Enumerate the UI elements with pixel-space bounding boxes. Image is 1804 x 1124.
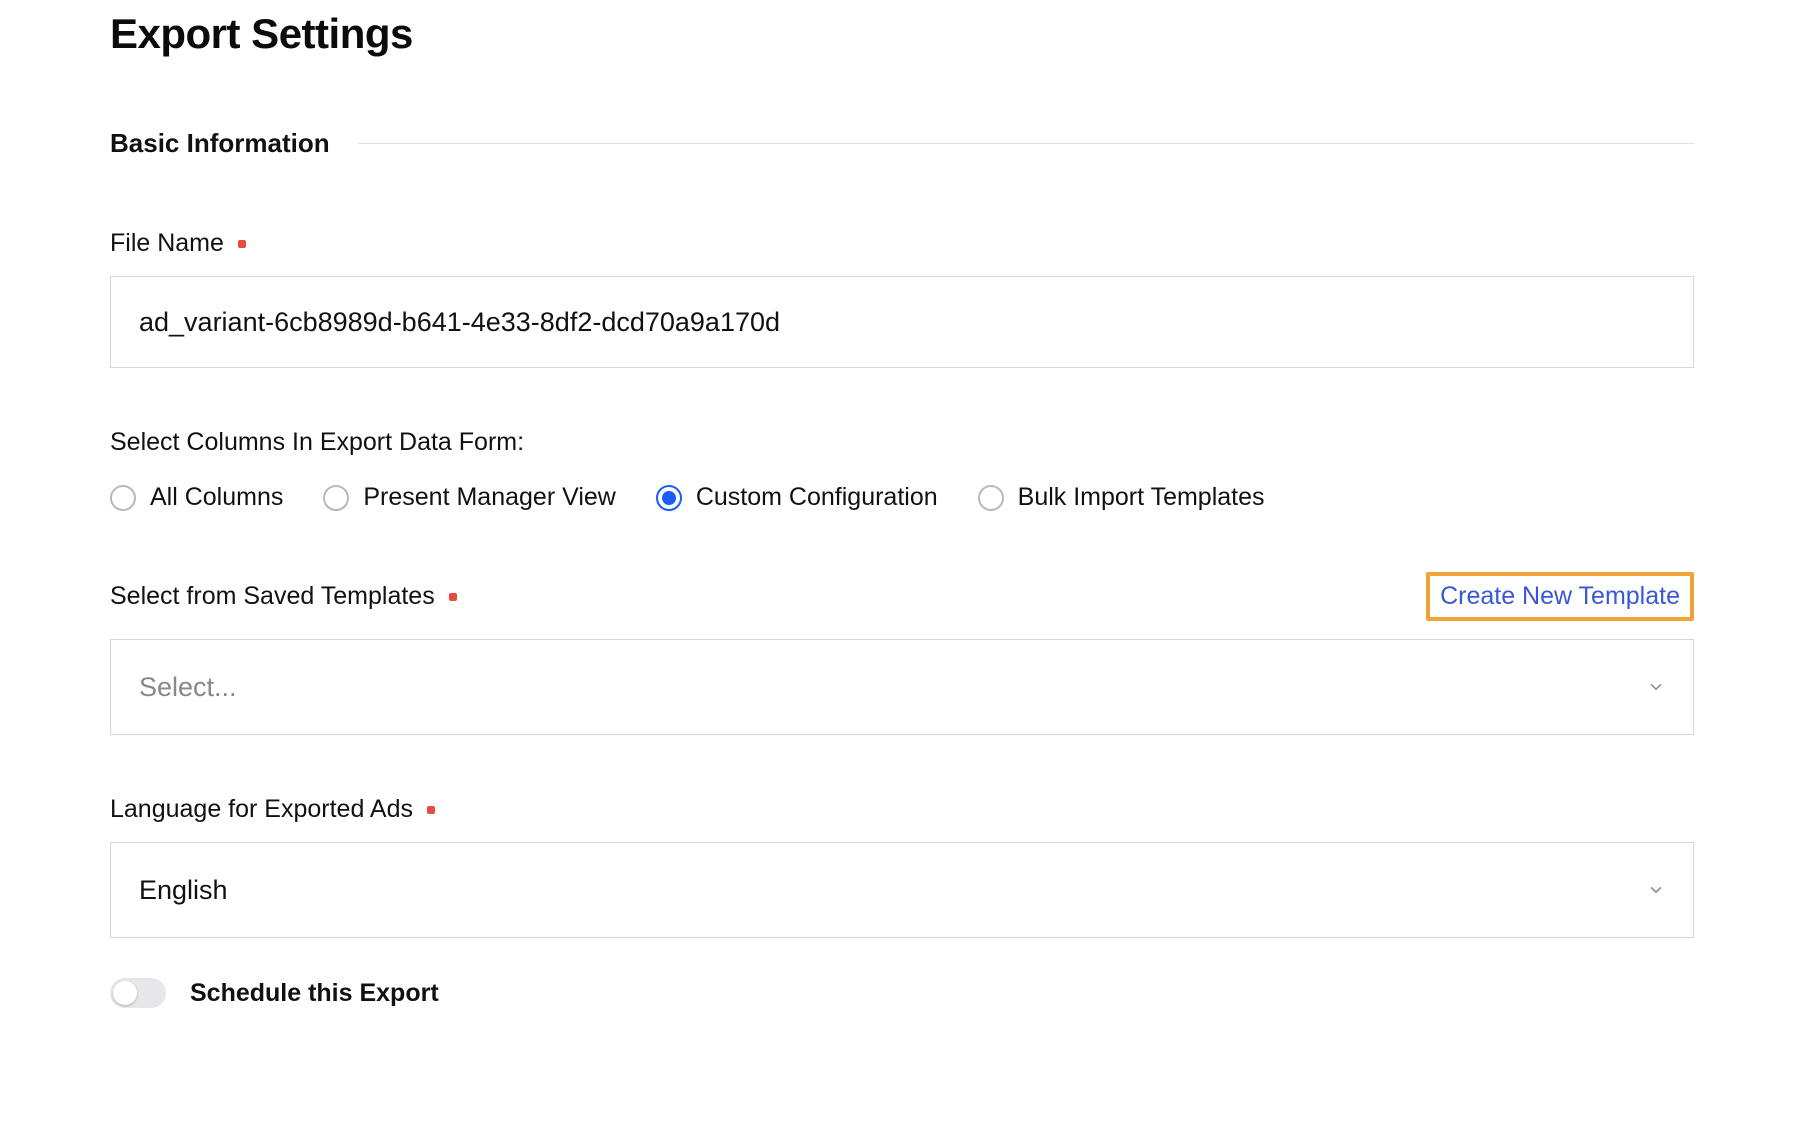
select-value: English xyxy=(139,875,228,906)
export-settings-page: Export Settings Basic Information File N… xyxy=(0,0,1804,1048)
required-dot-icon xyxy=(449,593,457,601)
select-columns-radio-group: All Columns Present Manager View Custom … xyxy=(110,483,1694,512)
page-title: Export Settings xyxy=(110,10,1694,58)
radio-present-manager-view[interactable]: Present Manager View xyxy=(323,483,615,512)
file-name-label-text: File Name xyxy=(110,229,224,258)
select-placeholder: Select... xyxy=(139,672,237,703)
field-select-columns: Select Columns In Export Data Form: All … xyxy=(110,428,1694,512)
file-name-label: File Name xyxy=(110,229,246,258)
field-saved-templates: Select from Saved Templates Create New T… xyxy=(110,572,1694,735)
radio-label: All Columns xyxy=(150,483,283,512)
field-language: Language for Exported Ads English xyxy=(110,795,1694,938)
saved-templates-label-text: Select from Saved Templates xyxy=(110,582,435,611)
language-select[interactable]: English xyxy=(110,842,1694,938)
radio-all-columns[interactable]: All Columns xyxy=(110,483,283,512)
section-heading: Basic Information xyxy=(110,128,330,159)
required-dot-icon xyxy=(427,806,435,814)
saved-templates-label: Select from Saved Templates xyxy=(110,582,457,611)
radio-custom-configuration[interactable]: Custom Configuration xyxy=(656,483,938,512)
required-dot-icon xyxy=(238,240,246,248)
radio-bulk-import-templates[interactable]: Bulk Import Templates xyxy=(978,483,1265,512)
language-label: Language for Exported Ads xyxy=(110,795,435,824)
field-file-name: File Name xyxy=(110,229,1694,368)
file-name-input[interactable] xyxy=(110,276,1694,368)
radio-label: Bulk Import Templates xyxy=(1018,483,1265,512)
toggle-thumb-icon xyxy=(113,981,137,1005)
schedule-export-toggle[interactable] xyxy=(110,978,166,1008)
radio-circle-icon xyxy=(323,485,349,511)
schedule-export-label: Schedule this Export xyxy=(190,979,439,1008)
radio-dot-icon xyxy=(662,491,676,505)
radio-circle-selected-icon xyxy=(656,485,682,511)
create-new-template-link[interactable]: Create New Template xyxy=(1440,582,1680,610)
radio-circle-icon xyxy=(978,485,1004,511)
radio-label: Present Manager View xyxy=(363,483,615,512)
select-columns-label: Select Columns In Export Data Form: xyxy=(110,428,524,457)
radio-circle-icon xyxy=(110,485,136,511)
radio-label: Custom Configuration xyxy=(696,483,938,512)
saved-templates-select[interactable]: Select... xyxy=(110,639,1694,735)
create-new-template-highlight: Create New Template xyxy=(1426,572,1694,621)
chevron-down-icon xyxy=(1647,881,1665,899)
field-schedule-export: Schedule this Export xyxy=(110,978,1694,1008)
chevron-down-icon xyxy=(1647,678,1665,696)
language-label-text: Language for Exported Ads xyxy=(110,795,413,824)
section-divider xyxy=(358,143,1694,144)
section-basic-information: Basic Information xyxy=(110,128,1694,159)
